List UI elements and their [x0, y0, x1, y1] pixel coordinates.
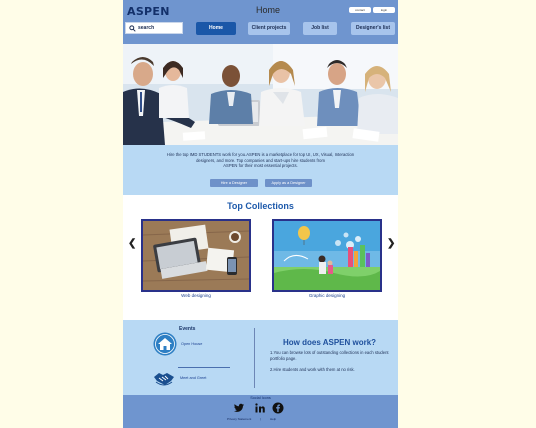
logo[interactable]: ASPEN [127, 5, 170, 18]
event-meet-and-greet[interactable]: Meet and Greet [180, 376, 206, 380]
section-divider [254, 328, 255, 388]
footer: Social Icons Privacy Statement | Help [123, 395, 398, 428]
apply-designer-button[interactable]: Apply as a Designer [265, 179, 312, 187]
search-icon [129, 24, 136, 32]
carousel-prev-icon[interactable]: ❮ [128, 238, 136, 249]
nav-client-projects[interactable]: Client projects [248, 22, 290, 35]
search-label: search [138, 25, 155, 31]
collection-label-graphic[interactable]: Graphic designing [272, 293, 382, 298]
login-button[interactable]: login [373, 7, 395, 13]
privacy-link[interactable]: Privacy Statement [227, 417, 251, 421]
how-step-1: 1.You can browse lots of outstanding col… [270, 350, 389, 361]
twitter-icon[interactable] [233, 402, 245, 414]
top-collections: Top Collections ❮ ❯ Web designing Graphi… [123, 195, 398, 320]
linkedin-icon[interactable] [254, 402, 266, 414]
carousel-next-icon[interactable]: ❯ [387, 238, 395, 249]
intro-line-1: Hire the top IMD STUDENTS work for you.A… [166, 152, 355, 157]
intro-text: Hire the top IMD STUDENTS work for you.A… [143, 152, 378, 169]
contact-button[interactable]: contact [349, 7, 371, 13]
social-title: Social Icons [250, 396, 271, 400]
page-title: Home [255, 5, 280, 15]
intro-line-3: ASPEN for their most essential projects. [223, 163, 298, 169]
collection-card-web[interactable] [141, 219, 251, 292]
search-input[interactable]: search [125, 22, 183, 34]
nav-job-list[interactable]: Job list [303, 22, 337, 35]
hire-designer-button[interactable]: Hire a Designer [210, 179, 258, 187]
event-open-house[interactable]: Open House [181, 342, 202, 346]
facebook-icon[interactable] [272, 402, 284, 414]
house-icon[interactable] [153, 332, 177, 356]
handshake-icon[interactable] [153, 369, 175, 387]
events-divider [178, 367, 230, 368]
info-section: Events Open House Meet and Greet How doe… [123, 320, 398, 395]
how-step-2: 2.Hire students and work with them at no… [270, 367, 355, 372]
how-it-works-title: How does ASPEN work? [283, 338, 377, 347]
header: ASPEN Home contact login search Home Cli… [123, 0, 398, 44]
nav-designers-list[interactable]: Designer's list [351, 22, 395, 35]
collection-label-web[interactable]: Web designing [141, 293, 251, 298]
help-link[interactable]: Help [270, 417, 276, 421]
page: ASPEN Home contact login search Home Cli… [123, 0, 398, 428]
collection-card-graphic[interactable] [272, 219, 382, 292]
collections-title: Top Collections [227, 201, 294, 211]
footer-separator: | [260, 417, 261, 421]
hero-image [123, 44, 398, 145]
nav-home[interactable]: Home [196, 22, 236, 35]
events-title: Events [179, 326, 196, 332]
intro-section: Hire the top IMD STUDENTS work for you.A… [123, 145, 398, 195]
